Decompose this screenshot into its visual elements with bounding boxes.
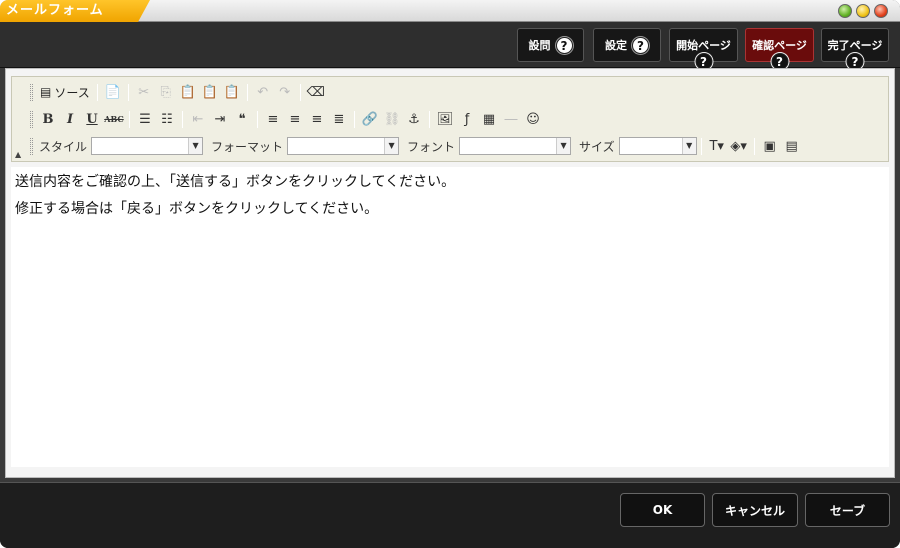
toolbar-row-1: ▤ ソース 📄 ✂ ⎘ 📋 📋 📋 ↶ ↷ ⌫: [30, 81, 327, 103]
format-select[interactable]: ▼: [287, 137, 400, 155]
tab-questions-label: 設問: [528, 39, 551, 52]
footer-bar: OK キャンセル セーブ: [0, 482, 900, 548]
source-label: ソース: [54, 85, 90, 100]
redo-icon[interactable]: ↷: [274, 82, 296, 102]
image-icon[interactable]: 🖼: [434, 109, 456, 129]
tab-complete-page-label: 完了ページ: [827, 39, 883, 52]
chevron-down-icon: ▼: [681, 138, 696, 154]
toolbar-separator: [700, 137, 702, 155]
source-icon: ▤: [40, 85, 52, 99]
strikethrough-button[interactable]: ABC: [103, 109, 125, 129]
toolbar-row-2: B I U ABC ☰ ☷ ⇤ ⇥ ❝ ≡ ≡ ≡ ≣ 🔗 ⛓ ⚓ 🖼 ƒ ▦ …: [30, 108, 544, 130]
unlink-icon[interactable]: ⛓: [381, 109, 403, 129]
copy-icon[interactable]: ⎘: [155, 82, 177, 102]
link-icon[interactable]: 🔗: [359, 109, 381, 129]
editor-toolbar: ▤ ソース 📄 ✂ ⎘ 📋 📋 📋 ↶ ↷ ⌫ B I U ABC ☰ ☷ ⇤ …: [11, 76, 889, 162]
content-line: 修正する場合は「戻る」ボタンをクリックしてください。: [15, 201, 379, 217]
tab-questions[interactable]: 設問 ?: [517, 28, 584, 62]
rich-text-editor: ▤ ソース 📄 ✂ ⎘ 📋 📋 📋 ↶ ↷ ⌫ B I U ABC ☰ ☷ ⇤ …: [5, 68, 895, 478]
document-icon[interactable]: 📄: [102, 82, 124, 102]
page-tabs-bar: 設問 ? 設定 ? 開始ページ ? 確認ページ ? 完了ページ ?: [0, 22, 900, 70]
horizontal-rule-icon[interactable]: ―: [500, 109, 522, 129]
paste-word-icon[interactable]: 📋: [221, 82, 243, 102]
font-label: フォント: [407, 139, 456, 154]
align-right-icon[interactable]: ≡: [306, 109, 328, 129]
help-icon[interactable]: ?: [632, 36, 649, 54]
chevron-down-icon: ▼: [188, 138, 203, 154]
outdent-icon[interactable]: ⇤: [187, 109, 209, 129]
blockquote-icon[interactable]: ❝: [231, 109, 253, 129]
ok-button[interactable]: OK: [620, 493, 705, 527]
close-button[interactable]: [874, 4, 888, 18]
toolbar-grip: [30, 83, 33, 101]
tab-start-page[interactable]: 開始ページ ?: [669, 28, 738, 70]
cut-icon[interactable]: ✂: [133, 82, 155, 102]
tab-settings[interactable]: 設定 ?: [593, 28, 661, 62]
cancel-button[interactable]: キャンセル: [712, 493, 798, 527]
indent-icon[interactable]: ⇥: [209, 109, 231, 129]
toolbar-grip: [30, 137, 33, 155]
title-bar[interactable]: メールフォーム: [0, 0, 900, 22]
paste-text-icon[interactable]: 📋: [199, 82, 221, 102]
toolbar-separator: [299, 83, 301, 101]
align-center-icon[interactable]: ≡: [284, 109, 306, 129]
show-blocks-icon[interactable]: ▤: [781, 136, 803, 156]
style-select[interactable]: ▼: [91, 137, 204, 155]
tab-start-page-label: 開始ページ: [676, 39, 731, 52]
toolbar-separator: [257, 110, 258, 128]
bulleted-list-icon[interactable]: ☷: [156, 109, 178, 129]
bold-button[interactable]: B: [37, 109, 59, 129]
toolbar-separator: [429, 110, 430, 128]
chevron-down-icon: ▼: [556, 138, 571, 154]
collapse-toolbar-icon[interactable]: ▲: [15, 150, 21, 159]
minimize-button[interactable]: [856, 4, 870, 18]
toolbar-separator: [127, 83, 129, 101]
text-color-icon[interactable]: T▾: [706, 136, 728, 156]
tab-settings-label: 設定: [605, 39, 627, 52]
table-icon[interactable]: ▦: [478, 109, 500, 129]
size-select[interactable]: ▼: [618, 137, 697, 155]
toolbar-separator: [129, 110, 130, 128]
content-line: 送信内容をご確認の上、「送信する」ボタンをクリックしてください。: [15, 174, 456, 190]
align-justify-icon[interactable]: ≣: [328, 109, 350, 129]
source-button[interactable]: ▤ ソース: [37, 84, 93, 101]
size-label: サイズ: [579, 139, 615, 154]
mail-form-window: メールフォーム 設問 ? 設定 ? 開始ページ ? 確認ページ ? 完了ページ …: [0, 0, 900, 548]
tab-complete-page[interactable]: 完了ページ ?: [821, 28, 889, 70]
flash-icon[interactable]: ƒ: [456, 109, 478, 129]
undo-icon[interactable]: ↶: [252, 82, 274, 102]
underline-button[interactable]: U: [81, 109, 103, 129]
align-left-icon[interactable]: ≡: [262, 109, 284, 129]
italic-button[interactable]: I: [59, 109, 81, 129]
save-button[interactable]: セーブ: [805, 493, 890, 527]
toolbar-separator: [182, 110, 183, 128]
toolbar-separator: [246, 83, 248, 101]
toolbar-separator: [96, 83, 98, 101]
style-label: スタイル: [39, 139, 88, 154]
maximize-button[interactable]: [838, 4, 852, 18]
eraser-icon[interactable]: ⌫: [305, 82, 327, 102]
toolbar-grip: [30, 110, 33, 128]
tab-confirm-page[interactable]: 確認ページ ?: [745, 28, 814, 70]
tab-confirm-page-label: 確認ページ: [752, 39, 807, 52]
numbered-list-icon[interactable]: ☰: [134, 109, 156, 129]
help-icon[interactable]: ?: [555, 36, 573, 54]
font-select[interactable]: ▼: [459, 137, 572, 155]
toolbar-row-3: スタイル ▼ フォーマット ▼ フォント ▼ サイズ ▼ T▾ ◈▾ ▣ ▤: [30, 135, 803, 157]
smiley-icon[interactable]: ☺: [522, 109, 544, 129]
anchor-icon[interactable]: ⚓: [403, 109, 425, 129]
editor-content[interactable]: 送信内容をご確認の上、「送信する」ボタンをクリックしてください。 修正する場合は…: [11, 167, 889, 467]
maximize-icon[interactable]: ▣: [759, 136, 781, 156]
background-color-icon[interactable]: ◈▾: [728, 136, 750, 156]
chevron-down-icon: ▼: [384, 138, 399, 154]
toolbar-separator: [753, 137, 755, 155]
toolbar-separator: [354, 110, 355, 128]
format-label: フォーマット: [211, 139, 284, 154]
window-title: メールフォーム: [0, 0, 150, 22]
paste-icon[interactable]: 📋: [177, 82, 199, 102]
window-controls: [838, 4, 888, 18]
